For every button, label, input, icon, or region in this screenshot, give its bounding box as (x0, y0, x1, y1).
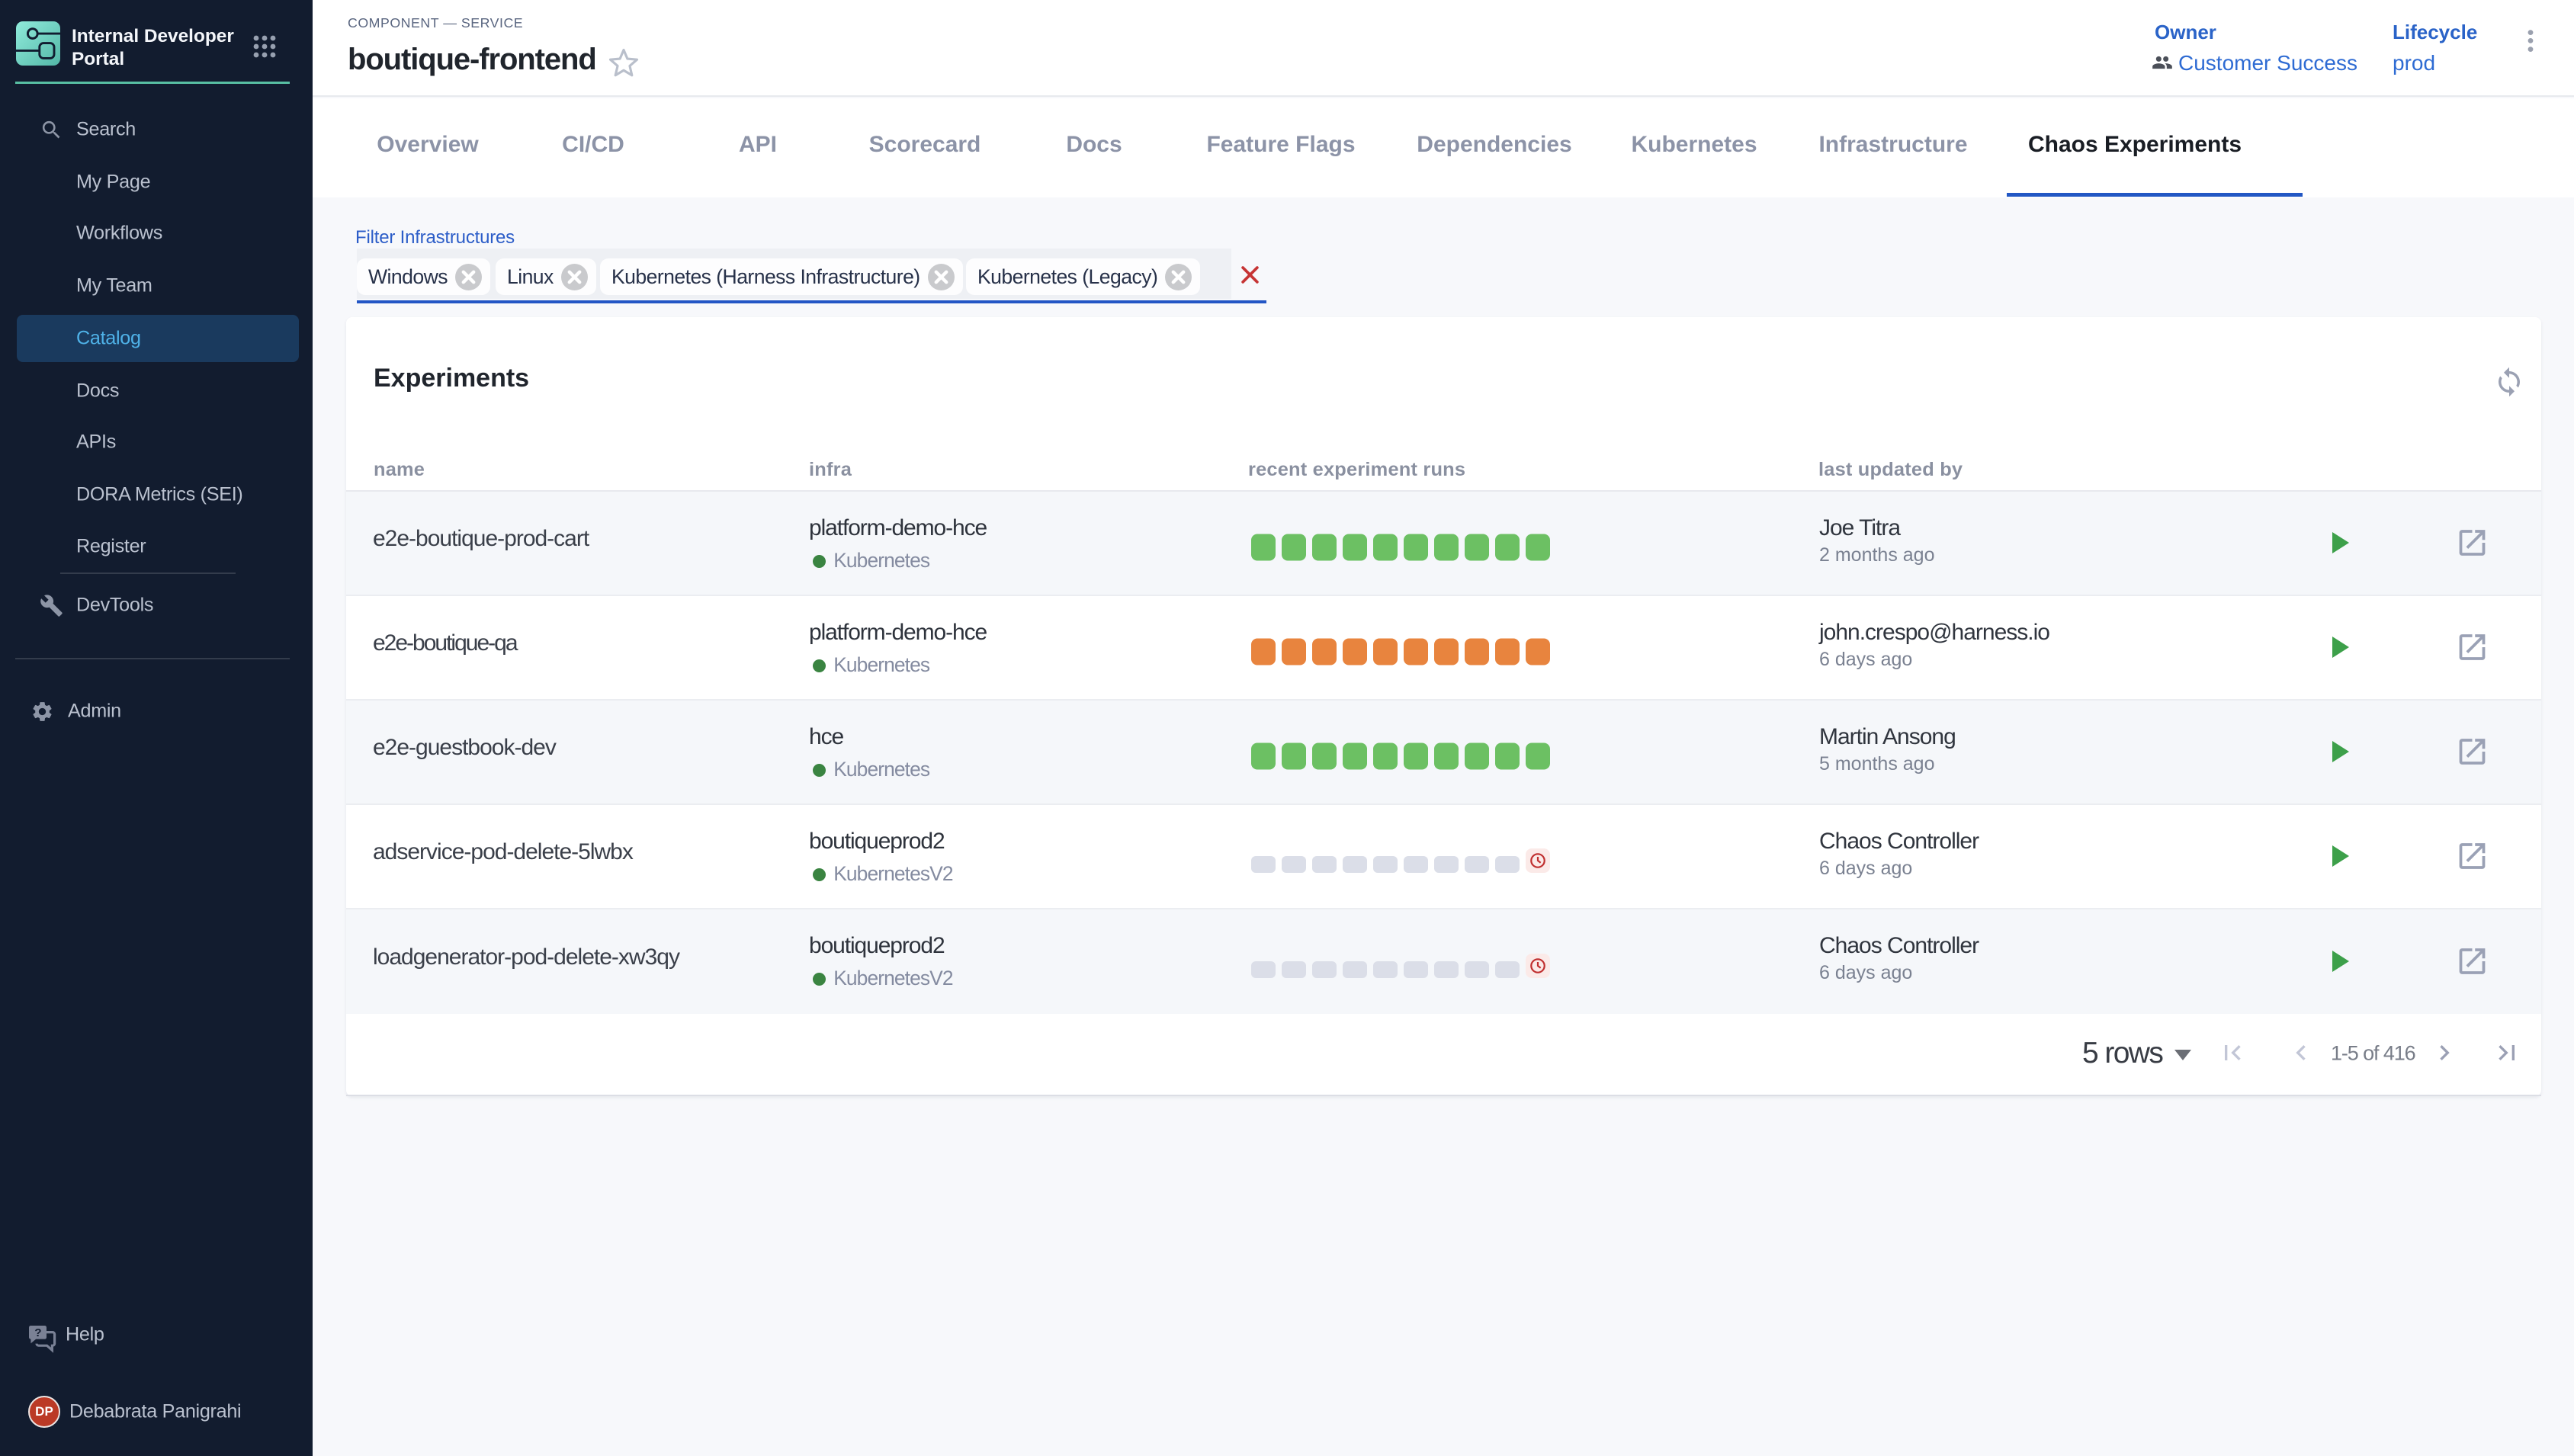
svg-text:?: ? (34, 1326, 41, 1339)
